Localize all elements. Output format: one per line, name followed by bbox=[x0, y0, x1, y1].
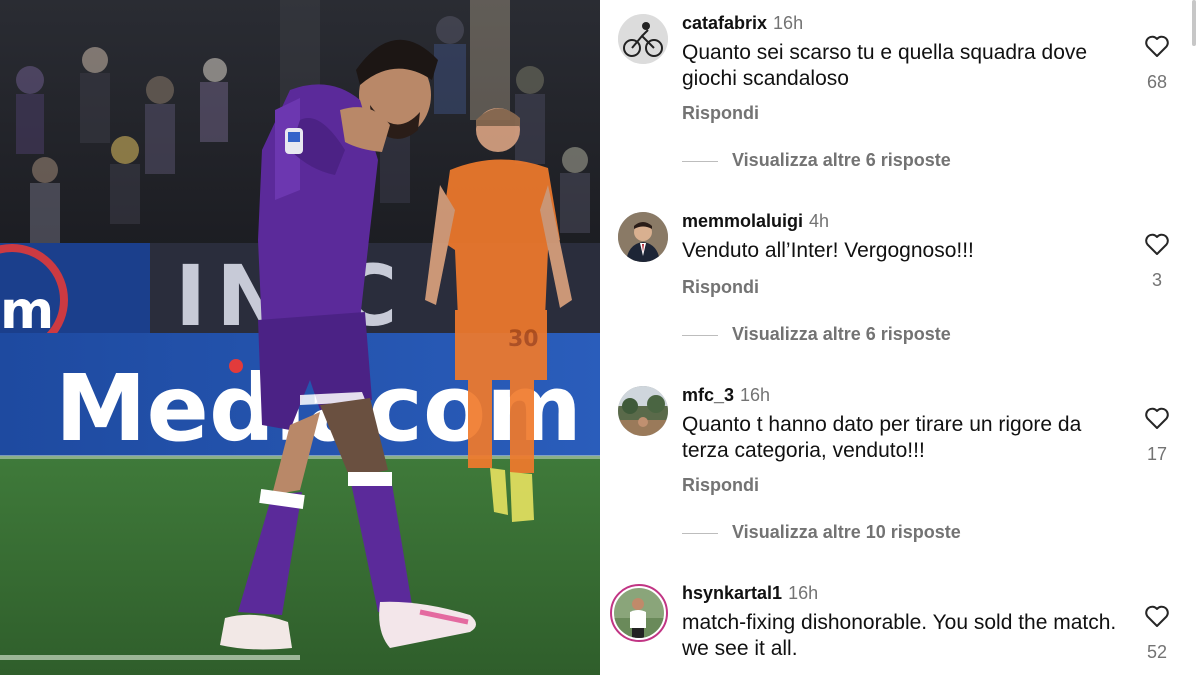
comment-username[interactable]: memmolaluigi bbox=[682, 211, 803, 231]
heart-icon[interactable] bbox=[1144, 406, 1170, 430]
comment-time: 4h bbox=[809, 211, 830, 231]
comment-time: 16h bbox=[740, 385, 771, 405]
divider-line bbox=[682, 532, 718, 534]
view-more-replies-button[interactable]: Visualizza altre 10 risposte bbox=[682, 522, 961, 543]
comment-text: match-fixing dishonorable. You sold the … bbox=[682, 611, 1117, 660]
comments-panel[interactable]: catafabrix 16h Quanto sei scarso tu e que… bbox=[600, 0, 1200, 675]
comment-text: Quanto t hanno dato per tirare un rigore… bbox=[682, 413, 1082, 462]
divider-line bbox=[682, 160, 718, 162]
view-more-replies-button[interactable]: Visualizza altre 6 risposte bbox=[682, 324, 951, 345]
scrollbar[interactable] bbox=[1192, 0, 1196, 46]
comment-meta: hsynkartal1 16h bbox=[682, 583, 818, 604]
reply-button[interactable]: Rispondi bbox=[682, 475, 759, 496]
like-count: 3 bbox=[1151, 270, 1162, 290]
story-ring-avatar-icon[interactable] bbox=[610, 584, 668, 642]
view-more-replies-label: Visualizza altre 6 risposte bbox=[732, 150, 951, 170]
reply-button[interactable]: Rispondi bbox=[682, 277, 759, 298]
heart-icon[interactable] bbox=[1144, 34, 1170, 58]
view-more-replies-label: Visualizza altre 6 risposte bbox=[732, 324, 951, 344]
view-more-replies-label: Visualizza altre 10 risposte bbox=[732, 522, 961, 542]
view-more-replies-button[interactable]: Visualizza altre 6 risposte bbox=[682, 150, 951, 171]
comment-time: 16h bbox=[773, 13, 804, 33]
divider-line bbox=[682, 334, 718, 336]
comment-username[interactable]: catafabrix bbox=[682, 13, 767, 33]
reply-button[interactable]: Rispondi bbox=[682, 103, 759, 124]
inter-shirt-number: 30 bbox=[508, 327, 539, 352]
comment-time: 16h bbox=[788, 583, 819, 603]
comment-meta: mfc_3 16h bbox=[682, 385, 770, 406]
comment-meta: memmolaluigi 4h bbox=[682, 211, 829, 232]
landscape-avatar-icon[interactable] bbox=[618, 386, 668, 436]
like-count: 52 bbox=[1146, 642, 1168, 662]
heart-icon[interactable] bbox=[1144, 232, 1170, 256]
comment-username[interactable]: mfc_3 bbox=[682, 385, 734, 405]
heart-icon[interactable] bbox=[1144, 604, 1170, 628]
like-count: 17 bbox=[1146, 444, 1168, 464]
comment-text: Venduto all’Inter! Vergognoso!!! bbox=[682, 239, 974, 262]
like-count: 68 bbox=[1146, 72, 1168, 92]
stadium-scene: m IN C Mediacom 30 bbox=[0, 0, 600, 675]
comment-meta: catafabrix 16h bbox=[682, 13, 803, 34]
banner-brand-text: m bbox=[0, 281, 54, 341]
comment-username[interactable]: hsynkartal1 bbox=[682, 583, 782, 603]
comment-text: Quanto sei scarso tu e quella squadra do… bbox=[682, 41, 1088, 90]
cyclist-avatar-icon[interactable] bbox=[618, 14, 668, 64]
post-photo[interactable]: m IN C Mediacom 30 bbox=[0, 0, 600, 675]
man-suit-avatar-icon[interactable] bbox=[618, 212, 668, 262]
